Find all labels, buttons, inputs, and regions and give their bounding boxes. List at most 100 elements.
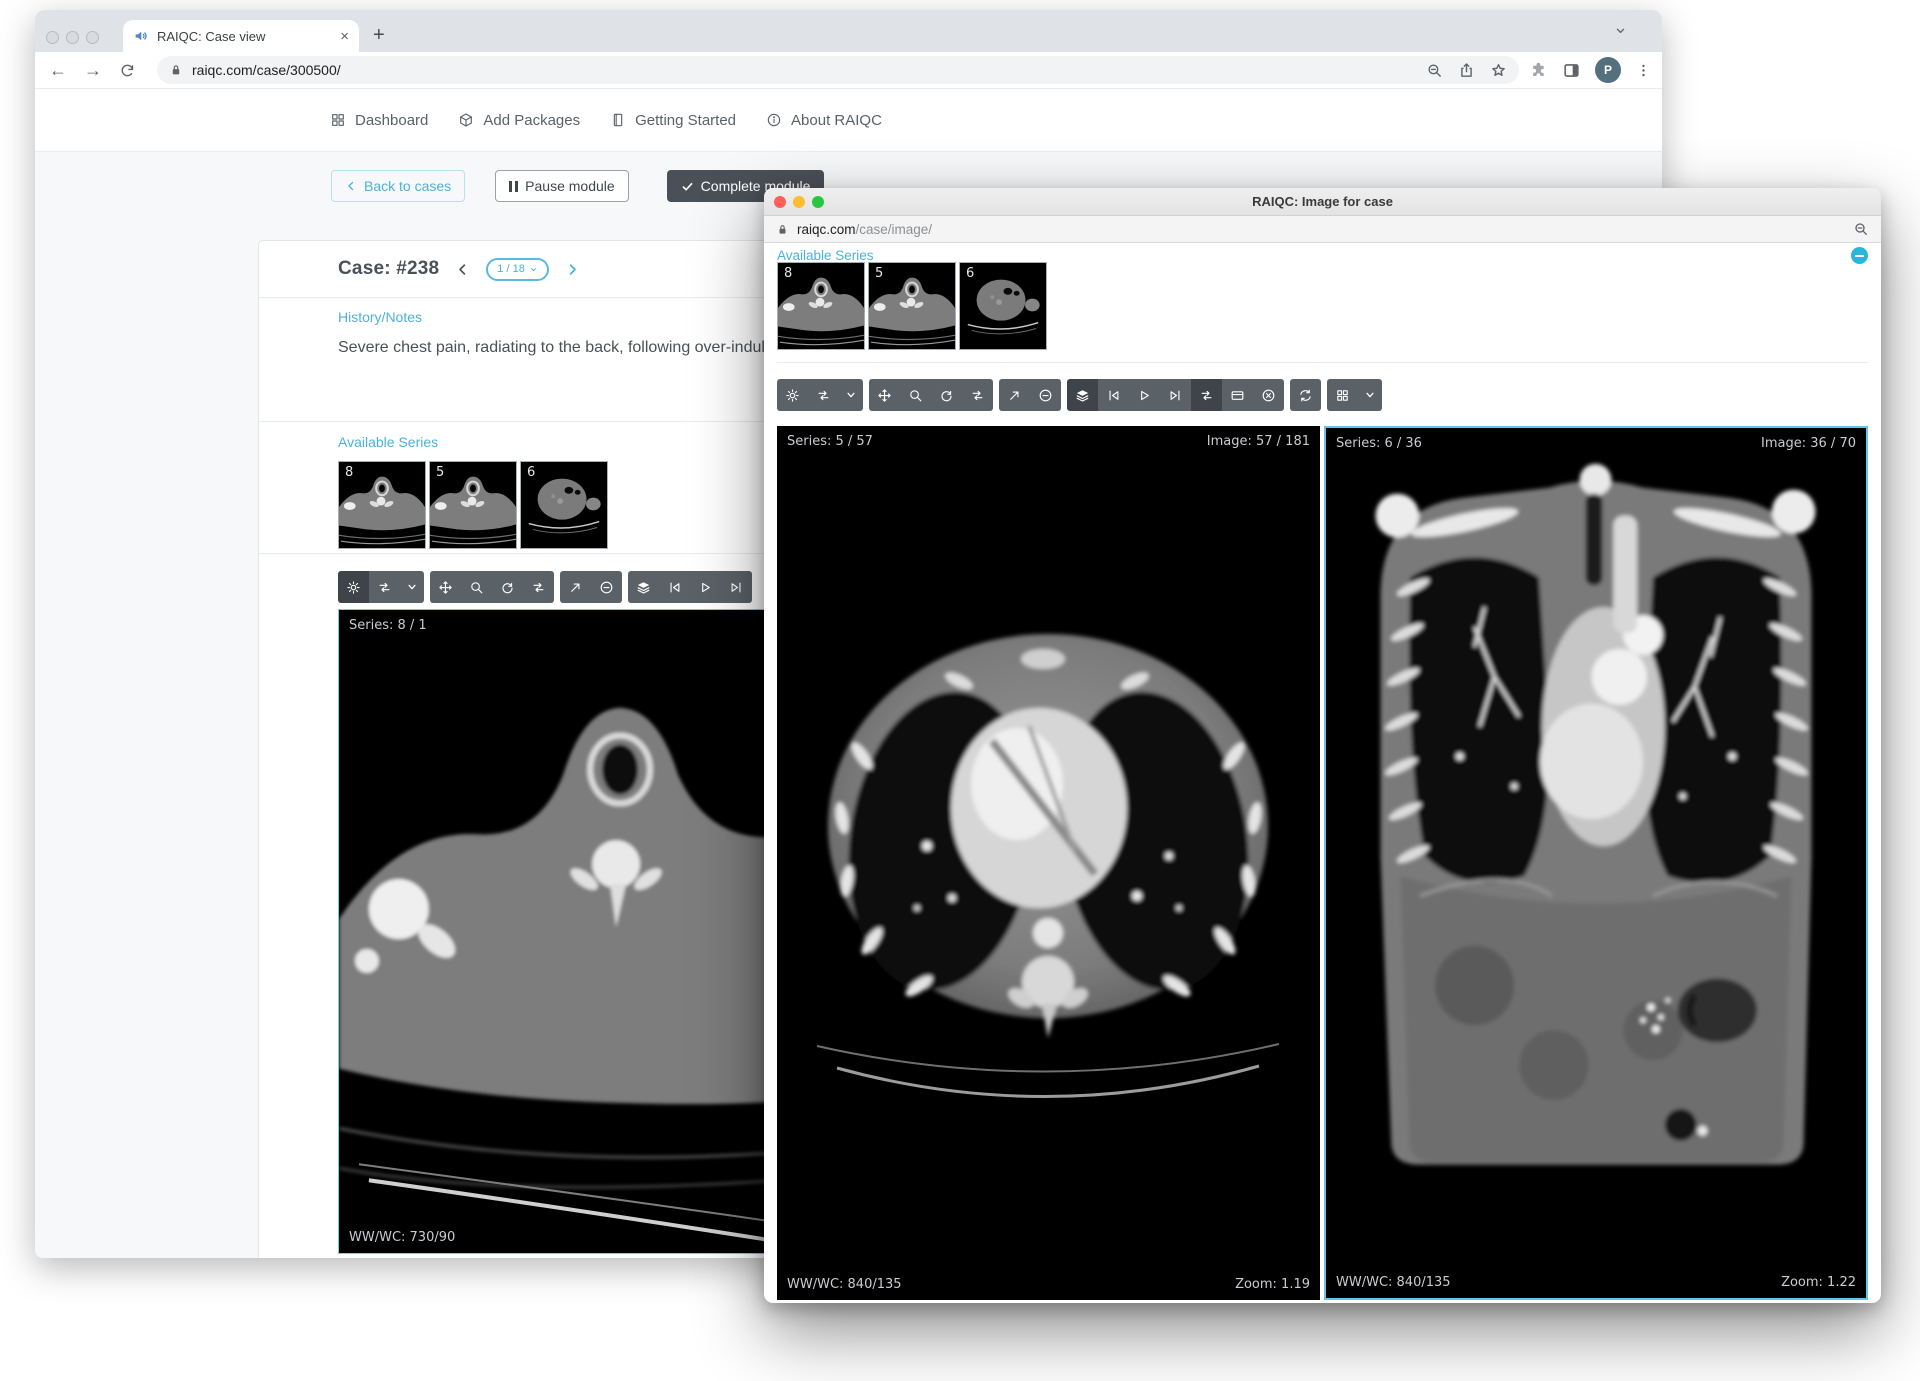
last-image-button[interactable]: [1160, 379, 1191, 411]
wwwc-tool-button[interactable]: [338, 571, 369, 603]
tab-close-icon[interactable]: ×: [340, 29, 349, 44]
minus-circle-icon: [599, 580, 614, 595]
wwwc-overlay: WW/WC: 840/135: [787, 1277, 902, 1292]
sync-icon: [1298, 388, 1313, 403]
more-tools-button[interactable]: [839, 379, 863, 411]
next-case-chevron-icon[interactable]: [565, 262, 580, 277]
history-notes-label: History/Notes: [338, 309, 422, 325]
rotate-tool-button[interactable]: [931, 379, 962, 411]
site-nav: Dashboard Add Packages Getting Started A…: [35, 89, 1662, 152]
pan-tool-button[interactable]: [869, 379, 900, 411]
minimize-window-button[interactable]: [793, 196, 805, 208]
browser-menu-kebab-icon[interactable]: [1635, 62, 1652, 79]
magnifier-icon: [908, 388, 923, 403]
back-icon[interactable]: ←: [49, 60, 67, 81]
more-tools-button[interactable]: [400, 571, 424, 603]
layout-caret-button[interactable]: [1358, 379, 1382, 411]
sun-icon: [785, 388, 800, 403]
sync-viewports-button[interactable]: [1290, 379, 1321, 411]
pan-tool-button[interactable]: [430, 571, 461, 603]
zoom-out-icon[interactable]: [1853, 221, 1869, 237]
skip-last-icon: [1168, 388, 1183, 403]
case-pager-dropdown[interactable]: 1 / 18: [486, 258, 549, 281]
nav-item-getting-started[interactable]: Getting Started: [610, 112, 736, 129]
invert-tool-button[interactable]: [808, 379, 839, 411]
side-panel-icon[interactable]: [1562, 61, 1581, 80]
loop-tool-button[interactable]: [523, 571, 554, 603]
minus-circle-icon: [1038, 388, 1053, 403]
new-tab-button[interactable]: +: [373, 21, 385, 49]
share-icon[interactable]: [1458, 62, 1475, 79]
zoom-out-icon[interactable]: [1426, 62, 1443, 79]
skip-last-icon: [729, 580, 744, 595]
invert-loop-icon: [816, 388, 831, 403]
maximize-window-button[interactable]: [86, 31, 99, 44]
viewport-axial-series-5[interactable]: Series: 5 / 57 Image: 57 / 181 WW/WC: 84…: [777, 426, 1320, 1300]
layers-button[interactable]: [1067, 379, 1098, 411]
profile-avatar[interactable]: P: [1595, 57, 1621, 83]
repeat-loop-button[interactable]: [1191, 379, 1222, 411]
lock-icon: [169, 63, 183, 77]
invert-tool-button[interactable]: [369, 571, 400, 603]
popup-traffic-lights[interactable]: [774, 196, 824, 208]
remove-annotation-button[interactable]: [591, 571, 622, 603]
popup-titlebar[interactable]: RAIQC: Image for case: [764, 188, 1881, 216]
viewport-coronal-series-6[interactable]: Series: 6 / 36 Image: 36 / 70 WW/WC: 840…: [1324, 426, 1868, 1300]
series-thumbnail-6[interactable]: 6: [520, 461, 608, 549]
back-to-cases-button[interactable]: Back to cases: [331, 170, 465, 202]
tab-case-view[interactable]: RAIQC: Case view ×: [123, 20, 359, 52]
previous-case-chevron-icon[interactable]: [455, 262, 470, 277]
nav-item-about-raiqc[interactable]: About RAIQC: [766, 112, 882, 129]
annotate-arrow-button[interactable]: [560, 571, 591, 603]
annotate-arrow-button[interactable]: [999, 379, 1030, 411]
url-text[interactable]: raiqc.com/case/300500/: [192, 62, 1426, 78]
loop-tool-button[interactable]: [962, 379, 993, 411]
reset-view-button[interactable]: [1253, 379, 1284, 411]
address-bar[interactable]: raiqc.com/case/300500/: [157, 56, 1519, 84]
first-image-button[interactable]: [1098, 379, 1129, 411]
close-window-button[interactable]: [774, 196, 786, 208]
last-image-button[interactable]: [721, 571, 752, 603]
series-thumbnail-8[interactable]: 8: [777, 262, 865, 350]
layout-grid-button[interactable]: [1327, 379, 1358, 411]
bookmark-star-icon[interactable]: [1490, 62, 1507, 79]
series-thumbnail-5[interactable]: 5: [429, 461, 517, 549]
layers-button[interactable]: [628, 571, 659, 603]
lock-icon: [776, 223, 789, 236]
close-window-button[interactable]: [46, 31, 59, 44]
caret-down-icon: [846, 390, 856, 400]
first-image-button[interactable]: [659, 571, 690, 603]
minimize-window-button[interactable]: [66, 31, 79, 44]
reload-icon[interactable]: [119, 62, 136, 79]
series-thumbnail-6[interactable]: 6: [959, 262, 1047, 350]
series-overlay: Series: 6 / 36: [1336, 436, 1422, 451]
nav-item-add-packages[interactable]: Add Packages: [458, 112, 580, 129]
zoom-overlay: Zoom: 1.22: [1781, 1275, 1856, 1290]
forward-icon[interactable]: →: [84, 60, 102, 81]
tab-audio-icon: [133, 28, 149, 44]
extensions-puzzle-icon[interactable]: [1529, 61, 1548, 80]
arrow-up-right-icon: [568, 580, 583, 595]
magnifier-icon: [469, 580, 484, 595]
play-cine-button[interactable]: [1129, 379, 1160, 411]
popup-address-bar[interactable]: raiqc.com/case/image/: [764, 216, 1881, 243]
wwwc-tool-button[interactable]: [777, 379, 808, 411]
zoom-tool-button[interactable]: [461, 571, 492, 603]
zoom-tool-button[interactable]: [900, 379, 931, 411]
series-thumbnail-5[interactable]: 5: [868, 262, 956, 350]
tab-search-chevron-icon[interactable]: [1613, 23, 1628, 38]
play-cine-button[interactable]: [690, 571, 721, 603]
maximize-window-button[interactable]: [812, 196, 824, 208]
available-series-label: Available Series: [338, 434, 438, 450]
rotate-tool-button[interactable]: [492, 571, 523, 603]
popup-url-text[interactable]: raiqc.com/case/image/: [797, 222, 1853, 237]
book-icon: [610, 112, 626, 128]
remove-annotation-button[interactable]: [1030, 379, 1061, 411]
panel-icon: [1230, 388, 1245, 403]
split-panel-button[interactable]: [1222, 379, 1253, 411]
pause-module-button[interactable]: Pause module: [495, 170, 629, 202]
collapse-series-icon[interactable]: [1851, 247, 1868, 264]
window-traffic-lights[interactable]: [46, 31, 99, 44]
nav-item-dashboard[interactable]: Dashboard: [330, 112, 428, 129]
series-thumbnail-8[interactable]: 8: [338, 461, 426, 549]
